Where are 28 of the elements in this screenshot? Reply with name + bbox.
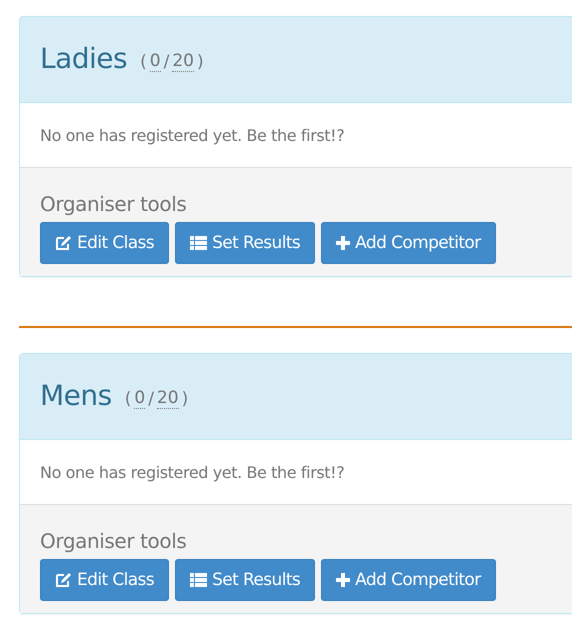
bracket: ( xyxy=(124,388,132,408)
bracket: ( xyxy=(140,52,147,72)
empty-message: No one has registered yet. Be the first!? xyxy=(40,462,344,482)
edit-button[interactable]: Edit Class xyxy=(40,559,170,601)
entry-count: 0 xyxy=(150,51,161,72)
list-icon xyxy=(190,573,208,587)
plus-icon xyxy=(336,573,350,587)
entry-capacity: 20 xyxy=(156,388,179,409)
results-button[interactable]: Set Results xyxy=(175,222,316,264)
bracket: ) xyxy=(182,388,188,408)
separator: / xyxy=(164,52,170,72)
list-icon xyxy=(190,236,208,250)
edit-icon xyxy=(55,572,72,588)
plus-icon xyxy=(336,236,350,250)
add-button[interactable]: Add Competitor xyxy=(321,559,496,601)
entry-capacity: 20 xyxy=(172,51,194,72)
class-title: Ladies xyxy=(40,42,128,75)
bracket: ) xyxy=(196,52,204,72)
entry-count: 0 xyxy=(134,388,146,409)
edit-icon xyxy=(55,235,72,251)
add-button[interactable]: Add Competitor xyxy=(321,222,496,264)
empty-message: No one has registered yet. Be the first!? xyxy=(40,126,344,144)
edit-button[interactable]: Edit Class xyxy=(40,222,170,264)
results-button[interactable]: Set Results xyxy=(175,559,316,601)
tools-heading: Organiser tools xyxy=(40,529,188,553)
separator: / xyxy=(148,388,154,408)
tools-heading: Organiser tools xyxy=(40,192,188,216)
class-title: Mens xyxy=(40,379,112,412)
